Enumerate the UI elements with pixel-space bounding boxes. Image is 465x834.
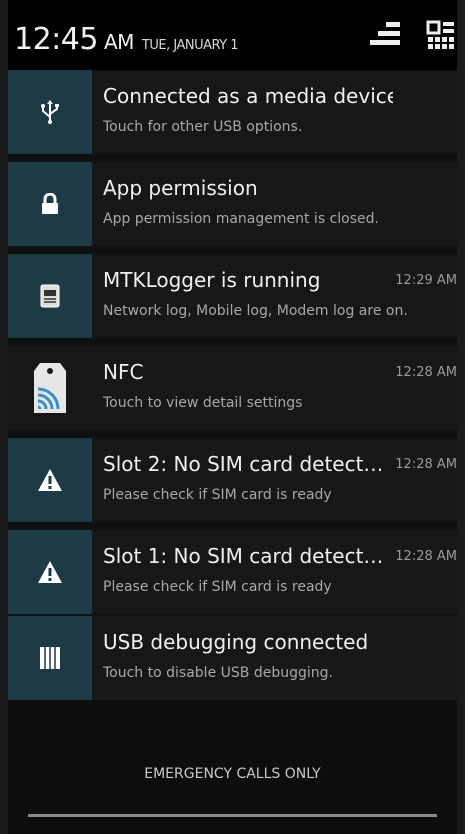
notification-title: Slot 1: No SIM card detect… <box>103 544 384 568</box>
notification-title: NFC <box>103 360 144 384</box>
notification-title: MTKLogger is running <box>103 268 321 292</box>
lockscreen-footer: EMERGENCY CALLS ONLY <box>8 700 457 834</box>
notification-time: 12:28 AM <box>395 365 457 380</box>
notification-shade: 12:45 AM TUE, JANUARY 1 Connected as a m… <box>8 0 457 834</box>
notification-time: 12:29 AM <box>395 273 457 288</box>
log-file-icon <box>8 254 92 338</box>
quick-settings-grid-icon[interactable] <box>426 20 456 54</box>
notification-slot2-sim[interactable]: Slot 2: No SIM card detect… 12:28 AM Ple… <box>8 438 457 522</box>
notification-title: Slot 2: No SIM card detect… <box>103 452 384 476</box>
notification-nfc[interactable]: NFC 12:28 AM Touch to view detail settin… <box>8 346 457 430</box>
date-label: TUE, JANUARY 1 <box>141 38 239 53</box>
notification-subtitle: App permission management is closed. <box>103 211 379 227</box>
status-header: 12:45 AM TUE, JANUARY 1 <box>8 0 457 70</box>
notification-time: 12:28 AM <box>395 457 457 472</box>
warning-icon <box>8 530 92 614</box>
notification-usb-debugging[interactable]: USB debugging connected Touch to disable… <box>8 616 457 700</box>
clock-ampm: AM <box>103 30 134 54</box>
notification-subtitle: Please check if SIM card is ready <box>103 487 332 503</box>
notification-title: USB debugging connected <box>103 630 369 654</box>
usb-icon <box>8 70 92 154</box>
notification-subtitle: Touch to disable USB debugging. <box>103 665 333 681</box>
emergency-calls-label: EMERGENCY CALLS ONLY <box>144 766 321 782</box>
notification-usb-media[interactable]: Connected as a media device Touch for ot… <box>8 70 457 154</box>
notification-title: Connected as a media device <box>103 84 393 108</box>
notification-subtitle: Touch for other USB options. <box>103 119 303 135</box>
notification-subtitle: Touch to view detail settings <box>103 395 303 411</box>
notification-time: 12:28 AM <box>395 549 457 564</box>
notification-app-permission[interactable]: App permission App permission management… <box>8 162 457 246</box>
notification-mtklogger[interactable]: MTKLogger is running 12:29 AM Network lo… <box>8 254 457 338</box>
clock: 12:45 AM TUE, JANUARY 1 <box>14 22 239 57</box>
lock-icon <box>8 162 92 246</box>
notification-title: App permission <box>103 176 258 200</box>
notification-subtitle: Network log, Mobile log, Modem log are o… <box>103 303 408 319</box>
usb-debug-icon <box>8 616 92 700</box>
clock-time: 12:45 <box>14 22 98 57</box>
notification-slot1-sim[interactable]: Slot 1: No SIM card detect… 12:28 AM Ple… <box>8 530 457 614</box>
settings-toggle-icon[interactable] <box>368 20 402 54</box>
notification-subtitle: Please check if SIM card is ready <box>103 579 332 595</box>
nfc-icon <box>8 346 92 430</box>
shade-drag-handle[interactable] <box>28 814 437 817</box>
warning-icon <box>8 438 92 522</box>
